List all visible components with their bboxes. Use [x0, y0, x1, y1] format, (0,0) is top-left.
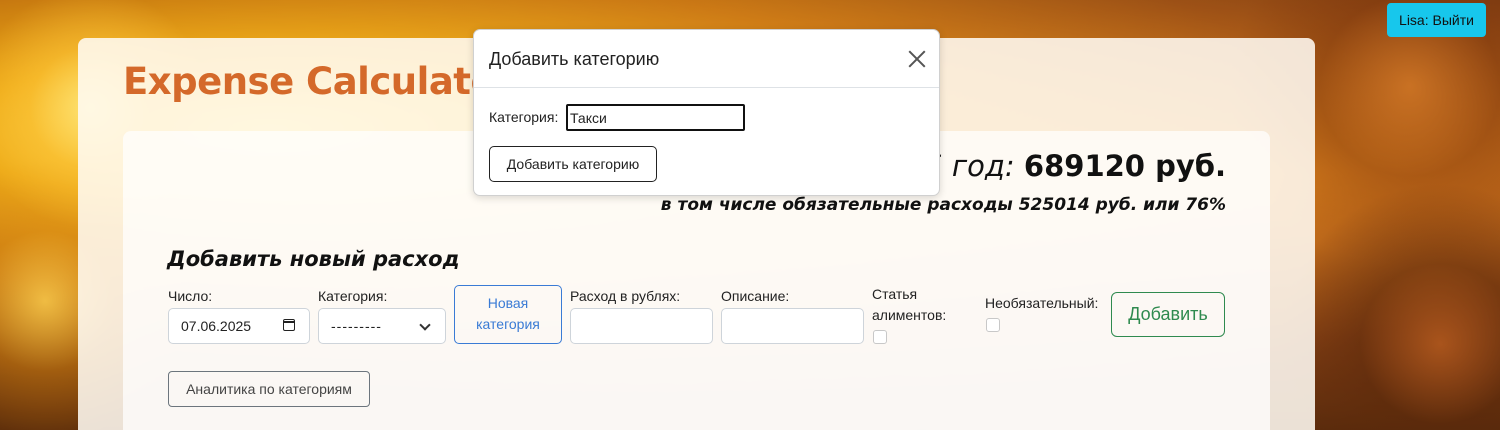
amount-label: Расход в рублях:	[570, 288, 681, 304]
modal-add-category-button[interactable]: Добавить категорию	[489, 146, 657, 182]
alimony-checkbox[interactable]	[873, 330, 887, 344]
modal-category-label: Категория:	[489, 109, 559, 125]
description-input[interactable]	[721, 308, 864, 344]
category-select-value: ---------	[331, 318, 382, 334]
add-expense-button[interactable]: Добавить	[1111, 292, 1225, 337]
app-title: Expense Calculator	[123, 60, 514, 103]
description-label: Описание:	[721, 288, 790, 304]
category-label: Категория:	[318, 288, 388, 304]
modal-header: Добавить категорию	[474, 30, 939, 88]
add-expense-title: Добавить новый расход	[167, 247, 460, 271]
optional-label: Необязательный:	[985, 295, 1099, 311]
add-category-modal: Добавить категорию Категория: Такси Доба…	[473, 29, 940, 196]
chevron-down-icon	[419, 319, 431, 331]
modal-title: Добавить категорию	[489, 49, 660, 69]
new-category-button[interactable]: Новая категория	[454, 285, 562, 344]
new-category-line2: категория	[476, 316, 540, 332]
category-select[interactable]: ---------	[318, 308, 446, 344]
logout-button[interactable]: Lisa: Выйти	[1387, 3, 1486, 37]
close-icon[interactable]	[908, 50, 926, 68]
amount-input[interactable]	[570, 308, 713, 344]
required-expenses-summary: в том числе обязательные расходы 525014 …	[660, 195, 1226, 215]
total-value: 689120 руб.	[1023, 149, 1226, 183]
modal-category-input[interactable]: Такси	[566, 104, 745, 131]
calendar-icon[interactable]	[283, 319, 295, 331]
alimony-label-line1: Статья	[872, 286, 918, 302]
new-category-line1: Новая	[487, 295, 529, 311]
category-analytics-button[interactable]: Аналитика по категориям	[168, 371, 370, 407]
date-input[interactable]: 07.06.2025	[168, 308, 310, 344]
alimony-label-line2: алиментов:	[872, 307, 947, 323]
date-value: 07.06.2025	[181, 318, 252, 334]
alimony-label: Статья алиментов:	[872, 284, 946, 326]
optional-checkbox[interactable]	[986, 318, 1000, 332]
date-label: Число:	[168, 288, 213, 304]
